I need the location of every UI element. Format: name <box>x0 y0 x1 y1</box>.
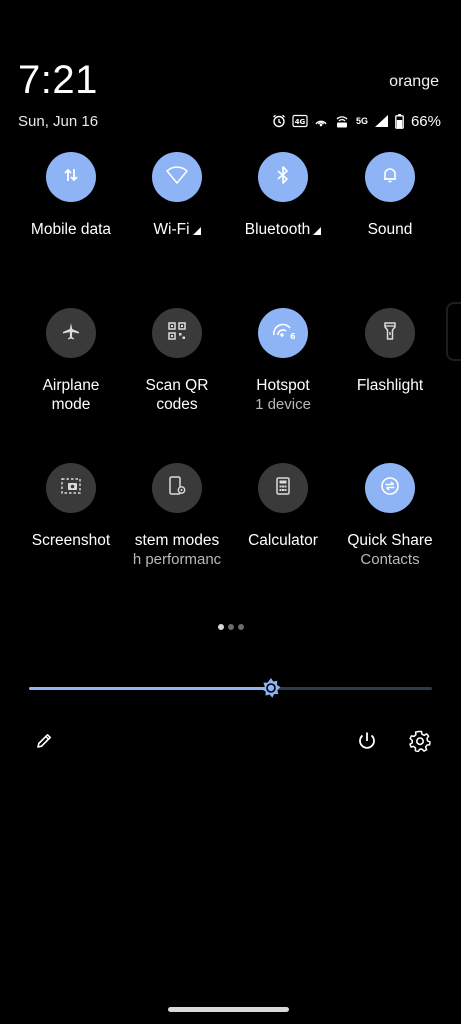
mobile-data-icon <box>62 166 80 189</box>
brightness-thumb[interactable] <box>260 677 282 699</box>
tile-icon-circle[interactable] <box>152 308 202 358</box>
tile-icon-circle[interactable] <box>46 308 96 358</box>
tile-calculator[interactable]: Calculator <box>228 463 338 550</box>
qr-code-icon <box>167 321 187 346</box>
tile-system-modes[interactable]: stem modes h performanc <box>122 463 232 569</box>
pencil-icon <box>34 731 54 756</box>
system-modes-icon <box>167 475 187 502</box>
tile-label: Flashlight <box>356 377 424 394</box>
tile-icon-circle[interactable] <box>365 308 415 358</box>
tile-label-text: Wi-Fi <box>153 221 190 238</box>
edge-panel-handle[interactable] <box>446 302 461 361</box>
carrier-name: orange <box>389 73 439 90</box>
tile-label-text: Bluetooth <box>244 221 311 238</box>
tile-label: Screenshot <box>31 532 111 549</box>
page-dot <box>237 624 244 630</box>
power-icon <box>356 730 378 757</box>
tile-flashlight[interactable]: Flashlight <box>335 308 445 395</box>
tile-label-clip: stem modes h performanc <box>129 513 225 569</box>
tile-screenshot[interactable]: Screenshot <box>16 463 126 550</box>
tile-label: Sound <box>367 221 413 238</box>
tile-label-line2: codes <box>156 396 198 413</box>
svg-text:4G: 4G <box>295 118 306 126</box>
page-indicator <box>0 624 461 630</box>
tile-icon-circle[interactable] <box>152 152 202 202</box>
screenshot-icon <box>60 476 82 501</box>
battery-percentage: 66% <box>410 112 441 130</box>
tile-sound[interactable]: Sound <box>335 152 445 239</box>
tile-label-line1: Scan QR <box>145 377 209 394</box>
airplane-icon <box>61 321 81 346</box>
tile-label: Mobile data <box>30 221 112 238</box>
tile-label: Bluetooth <box>228 220 338 239</box>
date-label: Sun, Jun 16 <box>18 113 99 130</box>
settings-button[interactable] <box>406 729 434 757</box>
power-button[interactable] <box>353 729 381 757</box>
tile-icon-circle[interactable] <box>258 463 308 513</box>
wifi-calling-icon <box>334 114 350 128</box>
signal-icon <box>374 114 389 128</box>
tile-label-line1: Airplane <box>42 377 100 394</box>
flashlight-icon <box>382 321 398 346</box>
hotspot-status-icon <box>314 114 328 128</box>
bluetooth-icon <box>275 165 291 190</box>
brightness-fill <box>29 687 271 690</box>
tile-scan-qr[interactable]: Scan QR codes <box>122 308 232 414</box>
home-gesture-bar[interactable] <box>168 1007 289 1012</box>
wifi-icon <box>165 165 189 190</box>
alarm-icon <box>272 114 286 128</box>
tile-icon-circle[interactable] <box>365 152 415 202</box>
tile-icon-circle[interactable] <box>258 152 308 202</box>
tile-airplane-mode[interactable]: Airplane mode <box>16 308 126 414</box>
clock-time[interactable]: 7:21 <box>18 58 98 103</box>
tile-wifi[interactable]: Wi-Fi <box>122 152 232 239</box>
tile-bluetooth[interactable]: Bluetooth <box>228 152 338 239</box>
page-dot <box>227 624 234 630</box>
tile-icon-circle[interactable] <box>152 463 202 513</box>
hd-voice-icon: 4G <box>292 114 308 128</box>
tile-icon-circle[interactable] <box>365 463 415 513</box>
tile-label-line2: mode <box>51 396 91 413</box>
sun-icon <box>260 678 282 703</box>
tile-mobile-data[interactable]: Mobile data <box>16 152 126 239</box>
tile-label: Wi-Fi <box>122 220 232 239</box>
hotspot-icon: 6 <box>271 320 296 347</box>
hotspot-badge: 6 <box>290 332 295 341</box>
tile-sublabel: 1 device <box>255 396 311 413</box>
tile-label: Quick Share <box>347 532 433 549</box>
expand-triangle-icon <box>313 227 322 235</box>
status-bar-icons: 4G 5G 66% <box>272 112 441 130</box>
edit-button[interactable] <box>30 729 58 757</box>
tile-quick-share[interactable]: Quick Share Contacts <box>335 463 445 569</box>
tile-sublabel: h performanc <box>132 551 222 568</box>
calculator-icon <box>275 476 291 501</box>
tile-hotspot[interactable]: 6 Hotspot 1 device <box>228 308 338 414</box>
expand-triangle-icon <box>192 227 201 235</box>
quick-share-icon <box>379 475 401 502</box>
tile-icon-circle[interactable] <box>46 463 96 513</box>
tile-label: Calculator <box>248 532 318 549</box>
tile-label: Hotspot <box>256 377 310 394</box>
tile-icon-circle[interactable]: 6 <box>258 308 308 358</box>
brightness-slider[interactable] <box>29 677 432 699</box>
battery-icon <box>395 113 404 129</box>
5g-icon: 5G <box>355 116 368 126</box>
tile-icon-circle[interactable] <box>46 152 96 202</box>
bell-icon <box>381 166 399 189</box>
page-dot <box>217 624 224 630</box>
gear-icon <box>409 730 431 757</box>
tile-sublabel: Contacts <box>360 551 420 568</box>
tile-label: stem modes <box>134 532 220 549</box>
